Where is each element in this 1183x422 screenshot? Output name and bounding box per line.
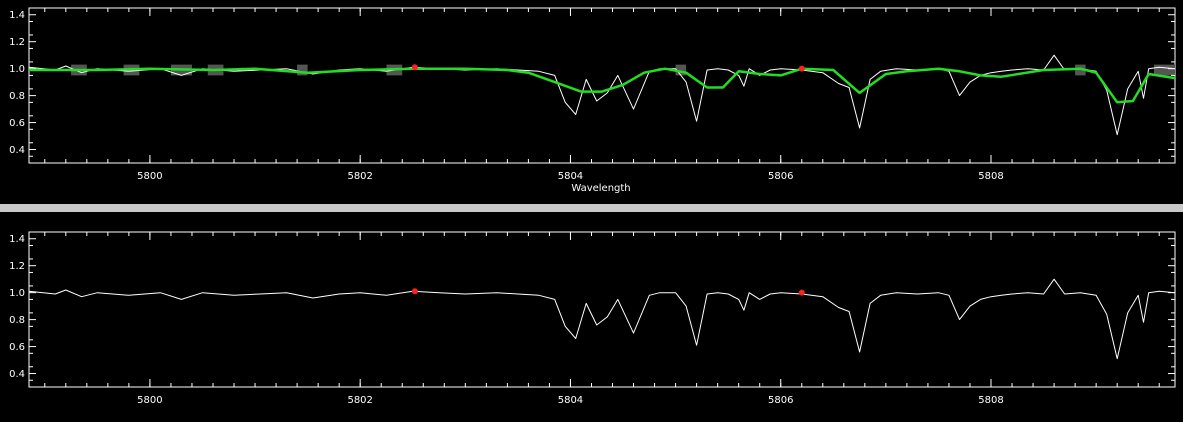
- x-tick-label: 5804: [558, 171, 583, 182]
- continuum-anchor-point[interactable]: [411, 288, 418, 295]
- x-axis-label: Wavelength: [571, 183, 630, 194]
- spectrum-line: [28, 278, 1176, 360]
- continuum-anchor-point[interactable]: [411, 64, 418, 71]
- x-tick-label: 5800: [137, 171, 162, 182]
- continuum-anchor-point[interactable]: [798, 289, 805, 296]
- y-tick-label: 1.4: [9, 10, 25, 21]
- y-tick-label: 0.8: [9, 91, 25, 102]
- y-tick-label: 1.2: [9, 37, 25, 48]
- y-tick-label: 1.0: [9, 288, 25, 299]
- panel-separator[interactable]: [0, 204, 1183, 212]
- x-tick-label: 5804: [558, 395, 583, 406]
- y-tick-label: 1.0: [9, 64, 25, 75]
- y-tick-label: 0.6: [9, 118, 25, 129]
- x-tick-label: 5808: [978, 171, 1003, 182]
- y-tick-label: 0.6: [9, 342, 25, 353]
- x-tick-label: 5802: [347, 171, 372, 182]
- top-spectrum-fit-plot: Wavelength 0.4 0.6 0.8 1.0 1.2 1.4 5800 5802 580…: [9, 7, 1176, 194]
- y-tick-label: 1.2: [9, 261, 25, 272]
- x-tick-label: 5806: [768, 171, 793, 182]
- x-tick-label: 5802: [347, 395, 372, 406]
- spectrum-line: [28, 54, 1176, 136]
- plot-window: Wavelength 0.4 0.6 0.8 1.0 1.2 1.4 5800 5802 580…: [0, 0, 1183, 422]
- plot-frame: [28, 231, 1176, 388]
- x-tick-label: 5800: [137, 395, 162, 406]
- bottom-spectrum-plot: 0.4 0.6 0.8 1.0 1.2 1.4 5800 5802 5804 5806 5808: [9, 231, 1176, 406]
- y-tick-label: 1.4: [9, 234, 25, 245]
- x-tick-label: 5808: [978, 395, 1003, 406]
- x-tick-label: 5806: [768, 395, 793, 406]
- masked-region: [1153, 64, 1175, 76]
- y-tick-label: 0.4: [9, 369, 25, 380]
- plot-frame: [28, 7, 1176, 164]
- continuum-anchor-point[interactable]: [798, 65, 805, 72]
- y-tick-label: 0.4: [9, 145, 25, 156]
- y-tick-label: 0.8: [9, 315, 25, 326]
